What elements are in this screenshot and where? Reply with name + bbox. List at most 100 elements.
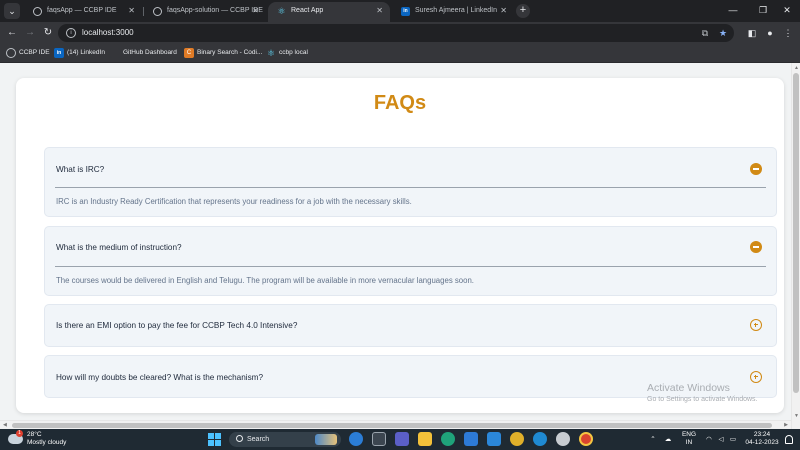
install-app-icon[interactable]: ⧉ [698,26,712,40]
faq-item: What is IRC? IRC is an Industry Ready Ce… [44,147,777,217]
mail-icon[interactable] [487,432,501,446]
activate-windows-watermark: Activate Windows Go to Settings to activ… [647,381,758,405]
faq-question: Is there an EMI option to pay the fee fo… [56,321,298,330]
microsoft-store-icon[interactable] [464,432,478,446]
tab-search-button[interactable]: ⌄ [4,3,20,19]
windows-start-icon[interactable] [208,433,221,446]
minimize-button[interactable]: — [718,0,748,20]
back-button[interactable]: ← [4,25,20,41]
faq-divider [55,187,766,188]
faq-divider [55,266,766,267]
bookmark-label: (14) LinkedIn [67,49,105,56]
task-view-icon[interactable] [372,432,386,446]
search-icon [236,435,243,442]
taskbar-search[interactable]: Search [229,432,341,447]
bookmark-label: Binary Search - Codi... [197,49,263,56]
faq-question: What is IRC? [56,165,105,174]
close-icon[interactable]: ✕ [252,2,259,20]
app-icon[interactable] [556,432,570,446]
faq-question: How will my doubts be cleared? What is t… [56,373,264,382]
close-icon[interactable]: ✕ [500,2,507,20]
scroll-right-icon[interactable]: ▶ [784,422,788,428]
weather-temperature: 28°C [27,431,42,438]
page-viewport: FAQs What is IRC? IRC is an Industry Rea… [0,63,800,429]
bookmark-ccbp-ide[interactable]: CCBP IDE [6,46,50,60]
chrome-icon[interactable] [510,432,524,446]
ccbp-ide-icon [153,7,162,16]
code-icon: C [184,48,194,58]
windows-taskbar: 1 28°C Mostly cloudy Search ⌃ ☁ ENG IN ◠… [0,429,800,450]
linkedin-icon: in [54,48,64,58]
clock-date: 04-12-2023 [745,439,779,446]
notification-bell-icon[interactable] [785,435,793,444]
watermark-title: Activate Windows [647,382,730,394]
forward-button[interactable]: → [22,25,38,41]
edge-icon[interactable] [441,432,455,446]
search-label: Search [247,436,270,443]
tab-react-app[interactable]: ⚛ React App ✕ [268,2,390,22]
tab-title: React App [291,7,324,14]
reload-button[interactable]: ↻ [40,25,56,41]
vertical-scrollbar[interactable]: ▲ ▼ [791,63,800,429]
chrome-active-icon[interactable] [579,432,593,446]
horizontal-scroll-thumb[interactable] [12,423,772,428]
bookmark-binary-search[interactable]: C Binary Search - Codi... [184,46,262,60]
file-explorer-icon[interactable] [418,432,432,446]
profile-icon[interactable]: ● [762,25,778,41]
notification-badge: 1 [16,430,23,437]
github-icon [110,48,120,58]
bookmark-ccbp-local[interactable]: ⚛ ccbp local [266,46,308,60]
chevron-up-icon[interactable]: ⌃ [648,429,658,450]
scroll-up-icon[interactable]: ▲ [794,65,799,71]
language-indicator[interactable]: ENG IN [678,431,700,447]
tab-title: faqsApp-solution — CCBP IDE [167,7,263,14]
bookmark-github[interactable]: GitHub Dashboard [110,46,177,60]
close-icon[interactable]: ✕ [128,2,135,20]
faq-question: What is the medium of instruction? [56,243,182,252]
close-icon[interactable]: ✕ [376,2,383,20]
scroll-down-icon[interactable]: ▼ [794,413,799,419]
faq-answer: IRC is an Industry Ready Certification t… [56,197,412,206]
bookmark-star-icon[interactable]: ★ [716,26,730,40]
url-text[interactable]: localhost:3000 [82,24,134,42]
browser-toolbar: ← → ↻ i localhost:3000 ⧉ ★ ◧ ● ⋮ [0,22,800,44]
close-window-button[interactable]: ✕ [772,0,800,20]
faq-answer: The courses would be delivered in Englis… [56,276,474,285]
faq-item: What is the medium of instruction? The c… [44,226,777,296]
wifi-icon[interactable]: ◠ [704,429,714,450]
minus-icon[interactable] [750,241,762,253]
tab-faqsapp[interactable]: faqsApp — CCBP IDE ✕ [24,2,142,22]
ccbp-ide-icon [6,48,16,58]
teams-icon[interactable] [395,432,409,446]
side-panel-icon[interactable]: ◧ [744,25,760,41]
watermark-subtitle: Go to Settings to activate Windows. [647,396,758,403]
bookmark-label: GitHub Dashboard [123,49,177,56]
cloud-sync-icon[interactable]: ☁ [662,429,674,450]
vertical-scroll-thumb[interactable] [793,73,799,393]
weather-condition: Mostly cloudy [27,439,67,446]
tab-linkedin[interactable]: in Suresh Ajmeera | LinkedIn ✕ [392,2,514,22]
region-code: IN [685,439,693,446]
horizontal-scrollbar[interactable]: ◀ ▶ [0,420,791,429]
tab-title: faqsApp — CCBP IDE [47,7,117,14]
search-highlight-image [315,434,337,445]
minus-icon[interactable] [750,163,762,175]
faq-item: Is there an EMI option to pay the fee fo… [44,304,777,347]
tab-strip: ⌄ faqsApp — CCBP IDE ✕ faqsApp-solution … [0,0,800,22]
site-info-icon[interactable]: i [66,28,76,38]
scroll-left-icon[interactable]: ◀ [3,422,7,428]
volume-icon[interactable]: ◁ [716,429,726,450]
linkedin-icon: in [401,7,410,16]
plus-icon[interactable] [750,319,762,331]
tab-faqsapp-solution[interactable]: faqsApp-solution — CCBP IDE ✕ [144,2,266,22]
address-bar[interactable]: i localhost:3000 ⧉ ★ [58,24,734,42]
system-clock[interactable]: 23:24 04-12-2023 [742,431,782,447]
edge-dev-icon[interactable] [349,432,363,446]
menu-icon[interactable]: ⋮ [780,25,796,41]
battery-icon[interactable]: ▭ [728,429,738,450]
react-icon: ⚛ [266,48,276,58]
bookmark-linkedin[interactable]: in (14) LinkedIn [54,46,105,60]
faqs-card: FAQs What is IRC? IRC is an Industry Rea… [16,78,784,413]
new-tab-button[interactable]: + [516,4,530,18]
vscode-icon[interactable] [533,432,547,446]
